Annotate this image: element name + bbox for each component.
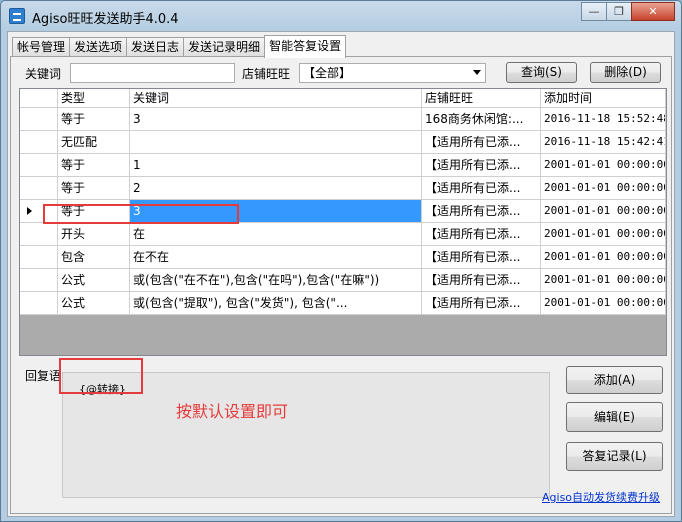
cell-time: 2001-01-01 00:00:00 [541, 177, 666, 200]
cell-time: 2016-11-18 15:52:48 [541, 108, 666, 131]
restore-button[interactable]: ❐ [606, 2, 632, 21]
add-button[interactable]: 添加(A) [566, 366, 663, 394]
cell-shop: 【适用所有已添... [422, 200, 541, 223]
shop-select[interactable]: 【全部】 [299, 63, 486, 83]
tab-send-options[interactable]: 发送选项 [69, 37, 128, 57]
title-bar[interactable]: Agiso旺旺发送助手4.0.4 — ❐ ✕ [1, 1, 681, 31]
column-header-time[interactable]: 添加时间 [541, 89, 666, 108]
cell-type: 无匹配 [58, 131, 130, 154]
row-header[interactable] [20, 154, 58, 177]
table-row[interactable]: 公式 或(包含("在不在"),包含("在吗"),包含("在嘛")) 【适用所有已… [20, 269, 666, 292]
table-row[interactable]: 包含 在不在 【适用所有已添... 2001-01-01 00:00:00 [20, 246, 666, 269]
annotation-highlight-reply [59, 358, 143, 394]
current-row-arrow-icon [27, 207, 32, 215]
delete-button[interactable]: 删除(D) [590, 62, 661, 83]
annotation-note: 按默认设置即可 [176, 402, 289, 421]
tab-smart-reply-settings[interactable]: 智能答复设置 [264, 35, 347, 58]
reply-records-button[interactable]: 答复记录(L) [566, 442, 663, 471]
row-header[interactable] [20, 131, 58, 154]
table-row[interactable]: 等于 3 168商务休闲馆:... 2016-11-18 15:52:48 [20, 108, 666, 131]
tab-send-log[interactable]: 发送日志 [126, 37, 185, 57]
table-row[interactable]: 无匹配 【适用所有已添... 2016-11-18 15:42:41 [20, 131, 666, 154]
cell-keyword: 或(包含("提取"), 包含("发货"), 包含("... [130, 292, 422, 315]
app-icon [9, 8, 25, 24]
upgrade-link[interactable]: Agiso自动发货续费升级 [542, 489, 660, 505]
cell-time: 2001-01-01 00:00:00 [541, 223, 666, 246]
row-header[interactable] [20, 246, 58, 269]
chevron-down-icon [473, 70, 481, 75]
table-row[interactable]: 公式 或(包含("提取"), 包含("发货"), 包含("... 【适用所有已添… [20, 292, 666, 315]
cell-keyword: 3 [130, 108, 422, 131]
cell-shop: 【适用所有已添... [422, 292, 541, 315]
column-header-type[interactable]: 类型 [58, 89, 130, 108]
cell-time: 2016-11-18 15:42:41 [541, 131, 666, 154]
column-header-shop[interactable]: 店铺旺旺 [422, 89, 541, 108]
reply-label: 回复语 [25, 369, 62, 383]
row-header[interactable] [20, 269, 58, 292]
cell-time: 2001-01-01 00:00:00 [541, 154, 666, 177]
table-row[interactable]: 等于 2 【适用所有已添... 2001-01-01 00:00:00 [20, 177, 666, 200]
shop-label: 店铺旺旺 [242, 67, 291, 81]
tab-strip: 帐号管理 发送选项 发送日志 发送记录明细 智能答复设置 [12, 35, 347, 58]
cell-type: 等于 [58, 154, 130, 177]
cell-time: 2001-01-01 00:00:00 [541, 200, 666, 223]
minimize-button[interactable]: — [581, 2, 607, 21]
keyword-input[interactable] [70, 63, 235, 83]
close-button[interactable]: ✕ [631, 2, 675, 21]
cell-keyword: 1 [130, 154, 422, 177]
cell-shop: 【适用所有已添... [422, 246, 541, 269]
smart-reply-panel: 关键词 店铺旺旺 【全部】 查询(S) 删除(D) 类型 关键词 店铺旺旺 添加… [10, 56, 672, 514]
row-header[interactable] [20, 292, 58, 315]
cell-shop: 【适用所有已添... [422, 223, 541, 246]
query-button[interactable]: 查询(S) [506, 62, 577, 83]
cell-shop: 【适用所有已添... [422, 177, 541, 200]
cell-time: 2001-01-01 00:00:00 [541, 292, 666, 315]
cell-shop: 168商务休闲馆:... [422, 108, 541, 131]
keyword-label: 关键词 [25, 67, 62, 81]
row-header[interactable] [20, 177, 58, 200]
row-header-corner [20, 89, 58, 108]
column-header-keyword[interactable]: 关键词 [130, 89, 422, 108]
row-header[interactable] [20, 108, 58, 131]
cell-type: 开头 [58, 223, 130, 246]
tab-account-management[interactable]: 帐号管理 [12, 37, 71, 57]
cell-shop: 【适用所有已添... [422, 269, 541, 292]
cell-keyword [130, 131, 422, 154]
edit-button[interactable]: 编辑(E) [566, 402, 663, 432]
cell-keyword: 在 [130, 223, 422, 246]
app-window: Agiso旺旺发送助手4.0.4 — ❐ ✕ 帐号管理 发送选项 发送日志 发送… [0, 0, 682, 522]
cell-shop: 【适用所有已添... [422, 154, 541, 177]
window-title: Agiso旺旺发送助手4.0.4 [32, 12, 179, 27]
cell-keyword: 2 [130, 177, 422, 200]
cell-time: 2001-01-01 00:00:00 [541, 246, 666, 269]
shop-select-value: 【全部】 [303, 66, 352, 80]
cell-type: 公式 [58, 269, 130, 292]
client-area: 帐号管理 发送选项 发送日志 发送记录明细 智能答复设置 关键词 店铺旺旺 【全… [7, 31, 675, 517]
table-row[interactable]: 开头 在 【适用所有已添... 2001-01-01 00:00:00 [20, 223, 666, 246]
grid-header: 类型 关键词 店铺旺旺 添加时间 [20, 89, 666, 108]
cell-type: 等于 [58, 177, 130, 200]
tab-send-record-details[interactable]: 发送记录明细 [183, 37, 266, 57]
table-row[interactable]: 等于 1 【适用所有已添... 2001-01-01 00:00:00 [20, 154, 666, 177]
cell-time: 2001-01-01 00:00:00 [541, 269, 666, 292]
cell-keyword: 在不在 [130, 246, 422, 269]
cell-keyword: 或(包含("在不在"),包含("在吗"),包含("在嘛")) [130, 269, 422, 292]
cell-shop: 【适用所有已添... [422, 131, 541, 154]
cell-type: 包含 [58, 246, 130, 269]
cell-type: 等于 [58, 108, 130, 131]
window-controls: — ❐ ✕ [581, 2, 675, 21]
cell-type: 公式 [58, 292, 130, 315]
annotation-highlight-row [43, 204, 239, 224]
row-header[interactable] [20, 223, 58, 246]
